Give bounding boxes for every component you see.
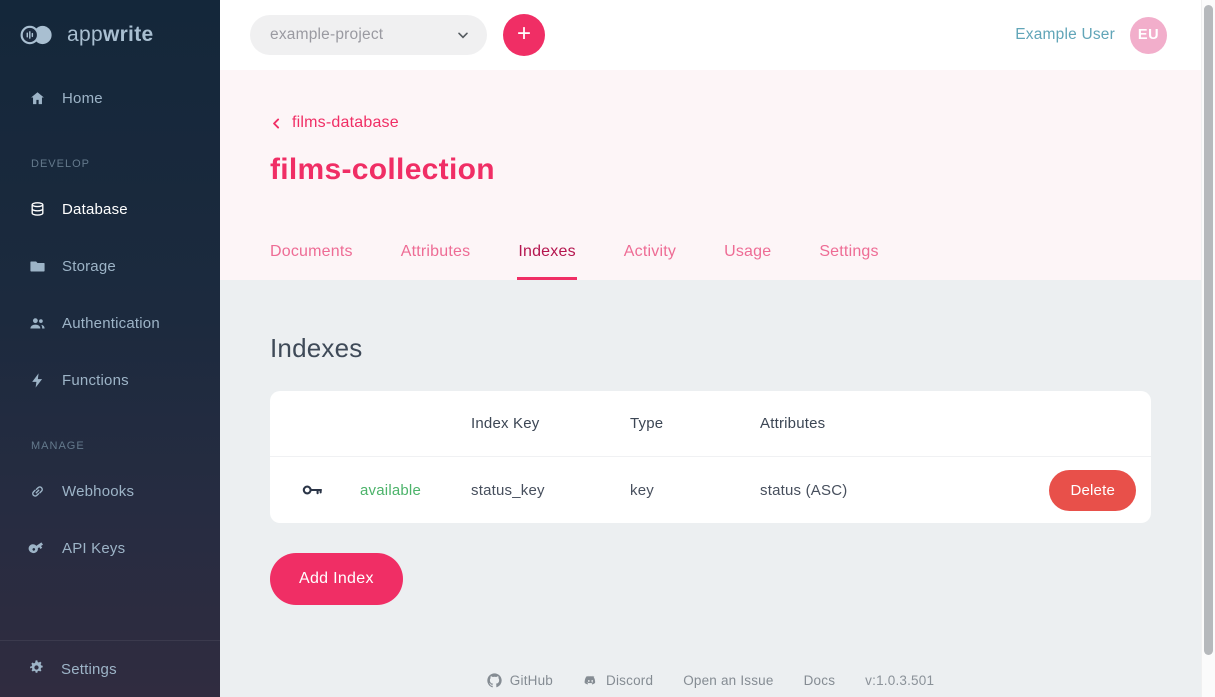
folder-icon	[28, 258, 46, 276]
appwrite-logo[interactable]: appwrite	[0, 0, 220, 70]
footer-link-label: GitHub	[510, 673, 553, 688]
scrollbar-thumb[interactable]	[1204, 5, 1213, 655]
breadcrumb-label: films-database	[292, 114, 399, 132]
key-icon	[300, 478, 360, 502]
column-attributes: Attributes	[760, 415, 1016, 432]
section-heading: Indexes	[270, 333, 1151, 364]
sidebar-item-database[interactable]: Database	[0, 181, 220, 238]
index-attributes-value: status (ASC)	[760, 482, 1016, 499]
footer-link-discord[interactable]: Discord	[583, 673, 653, 688]
table-row: available status_key key status (ASC) De…	[270, 457, 1151, 523]
version-label: v:1.0.3.501	[865, 673, 934, 688]
sidebar-section-manage: MANAGE	[0, 429, 220, 463]
project-selector[interactable]: example-project	[250, 15, 487, 55]
add-project-button[interactable]: +	[503, 14, 545, 56]
avatar[interactable]: EU	[1130, 17, 1167, 54]
sidebar-item-label: Database	[62, 201, 128, 218]
main-column: example-project + Example User EU films-…	[220, 0, 1201, 697]
page-title: films-collection	[270, 153, 1201, 187]
footer-link-label: Discord	[606, 673, 653, 688]
sidebar-item-api-keys[interactable]: API Keys	[0, 520, 220, 577]
add-index-button[interactable]: Add Index	[270, 553, 403, 605]
sidebar-item-label: Home	[62, 90, 103, 107]
sidebar-section-develop: DEVELOP	[0, 147, 220, 181]
lightning-icon	[28, 372, 46, 390]
footer-link-label: Docs	[804, 673, 836, 688]
tab-indexes[interactable]: Indexes	[518, 224, 575, 280]
footer-link-open-issue[interactable]: Open an Issue	[683, 673, 773, 688]
breadcrumb[interactable]: films-database	[270, 114, 399, 132]
index-key-value: status_key	[471, 482, 630, 499]
column-index-key: Index Key	[471, 415, 630, 432]
plus-icon: +	[517, 22, 531, 46]
tab-usage[interactable]: Usage	[724, 224, 771, 280]
sidebar-item-webhooks[interactable]: Webhooks	[0, 463, 220, 520]
avatar-initials: EU	[1138, 27, 1159, 43]
footer-link-docs[interactable]: Docs	[804, 673, 836, 688]
tab-activity[interactable]: Activity	[624, 224, 676, 280]
appwrite-logo-text: appwrite	[67, 23, 153, 47]
footer: GitHub Discord Open an Issue Docs v:1.0.…	[270, 673, 1151, 697]
indexes-table: Index Key Type Attributes available stat…	[270, 391, 1151, 523]
index-type-value: key	[630, 482, 760, 499]
delete-button[interactable]: Delete	[1049, 470, 1136, 511]
github-icon	[487, 673, 502, 688]
column-type: Type	[630, 415, 760, 432]
footer-link-label: Open an Issue	[683, 673, 773, 688]
gear-icon	[28, 659, 45, 680]
chevron-down-icon	[455, 27, 471, 43]
content-area: Indexes Index Key Type Attributes availa…	[220, 280, 1201, 697]
sidebar-item-label: Authentication	[62, 315, 160, 332]
sidebar-item-label: API Keys	[62, 540, 125, 557]
table-header-row: Index Key Type Attributes	[270, 391, 1151, 457]
link-icon	[28, 483, 46, 501]
database-icon	[28, 201, 46, 219]
scrollbar[interactable]	[1201, 0, 1215, 697]
sidebar-item-label: Storage	[62, 258, 116, 275]
page-header: films-database films-collection Document…	[220, 70, 1201, 280]
sidebar-item-functions[interactable]: Functions	[0, 352, 220, 409]
sidebar-item-authentication[interactable]: Authentication	[0, 295, 220, 352]
user-area: Example User EU	[1015, 17, 1167, 54]
topbar: example-project + Example User EU	[220, 0, 1201, 70]
key-icon	[28, 540, 46, 558]
sidebar-item-settings[interactable]: Settings	[0, 640, 220, 697]
discord-icon	[583, 673, 598, 688]
appwrite-logo-icon	[18, 22, 58, 48]
sidebar-item-label: Settings	[61, 661, 117, 678]
tab-bar: Documents Attributes Indexes Activity Us…	[270, 224, 1201, 280]
chevron-left-icon	[270, 117, 283, 130]
tab-attributes[interactable]: Attributes	[401, 224, 471, 280]
footer-link-github[interactable]: GitHub	[487, 673, 553, 688]
sidebar-item-label: Functions	[62, 372, 129, 389]
user-menu-link[interactable]: Example User	[1015, 26, 1115, 44]
sidebar-item-label: Webhooks	[62, 483, 134, 500]
sidebar-item-storage[interactable]: Storage	[0, 238, 220, 295]
users-icon	[28, 315, 46, 333]
sidebar-item-home[interactable]: Home	[0, 70, 220, 127]
index-status: available	[360, 482, 471, 499]
sidebar: appwrite Home DEVELOP Database Storage	[0, 0, 220, 697]
tab-documents[interactable]: Documents	[270, 224, 353, 280]
project-selector-value: example-project	[270, 26, 383, 44]
tab-settings[interactable]: Settings	[819, 224, 878, 280]
home-icon	[28, 90, 46, 108]
